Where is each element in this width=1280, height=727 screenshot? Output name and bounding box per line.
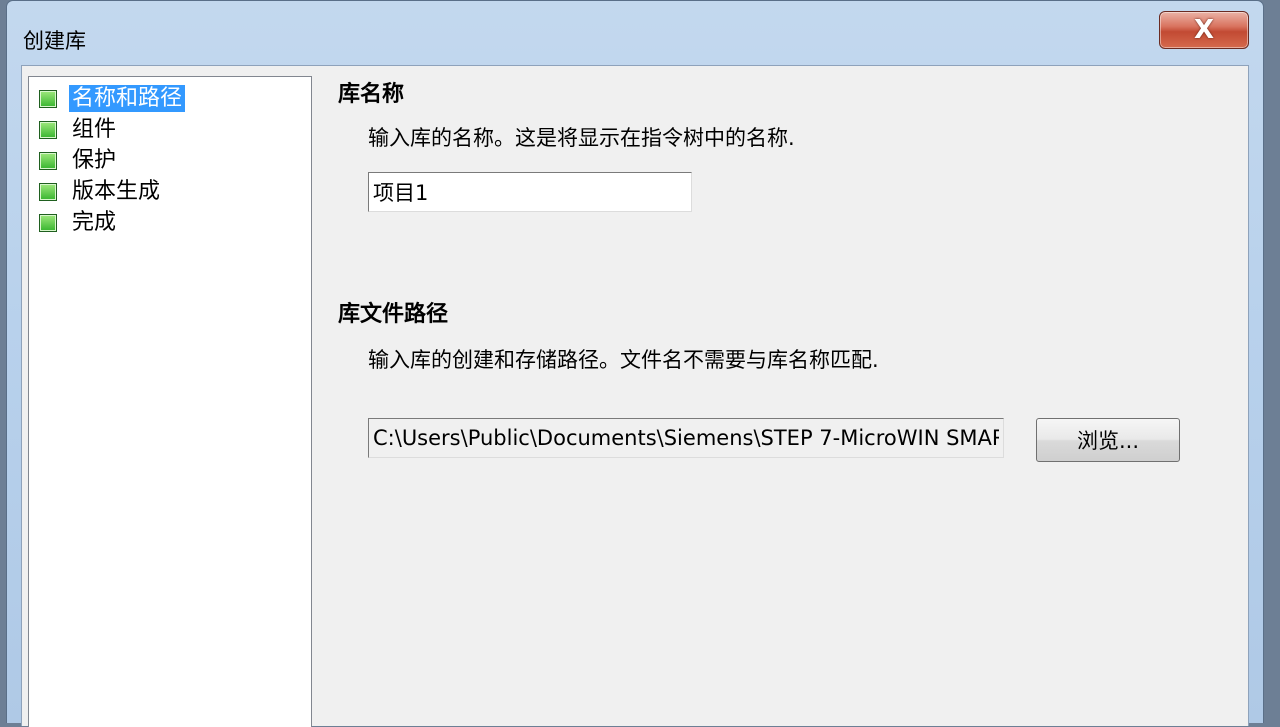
nav-item-label: 保护 bbox=[72, 148, 117, 173]
title-bar[interactable]: 创建库 X bbox=[7, 1, 1263, 67]
step-status-icon bbox=[39, 213, 57, 232]
nav-item-name-and-path[interactable]: 名称和路径 bbox=[29, 83, 311, 114]
page-content: 库名称 输入库的名称。这是将显示在指令树中的名称. 库文件路径 输入库的创建和存… bbox=[338, 66, 1238, 726]
library-name-description: 输入库的名称。这是将显示在指令树中的名称. bbox=[368, 126, 795, 150]
nav-item-components[interactable]: 组件 bbox=[29, 114, 311, 145]
create-library-dialog: 创建库 X 名称和路径 组件 保护 版本生成 完成 库名称 输入库的名称。这是将… bbox=[6, 0, 1264, 727]
step-status-icon bbox=[39, 89, 57, 108]
library-path-description: 输入库的创建和存储路径。文件名不需要与库名称匹配. bbox=[368, 348, 879, 372]
step-status-icon bbox=[39, 120, 57, 139]
browse-button[interactable]: 浏览... bbox=[1036, 418, 1180, 462]
library-name-input[interactable] bbox=[368, 172, 692, 212]
step-status-icon bbox=[39, 151, 57, 170]
library-path-heading: 库文件路径 bbox=[338, 302, 449, 327]
nav-item-complete[interactable]: 完成 bbox=[29, 207, 311, 238]
dialog-title: 创建库 bbox=[23, 29, 86, 53]
nav-item-label: 组件 bbox=[72, 117, 117, 142]
library-path-input[interactable] bbox=[368, 418, 1004, 458]
nav-item-label: 名称和路径 bbox=[69, 85, 186, 112]
dialog-body: 名称和路径 组件 保护 版本生成 完成 库名称 输入库的名称。这是将显示在指令树… bbox=[21, 65, 1249, 727]
close-icon: X bbox=[1193, 15, 1215, 45]
step-status-icon bbox=[39, 182, 57, 201]
nav-item-label: 版本生成 bbox=[72, 179, 161, 204]
close-button[interactable]: X bbox=[1159, 11, 1249, 49]
nav-item-label: 完成 bbox=[72, 210, 117, 235]
library-name-heading: 库名称 bbox=[338, 82, 405, 107]
step-navigation-panel: 名称和路径 组件 保护 版本生成 完成 bbox=[28, 76, 312, 727]
nav-item-versioning[interactable]: 版本生成 bbox=[29, 176, 311, 207]
nav-item-protection[interactable]: 保护 bbox=[29, 145, 311, 176]
